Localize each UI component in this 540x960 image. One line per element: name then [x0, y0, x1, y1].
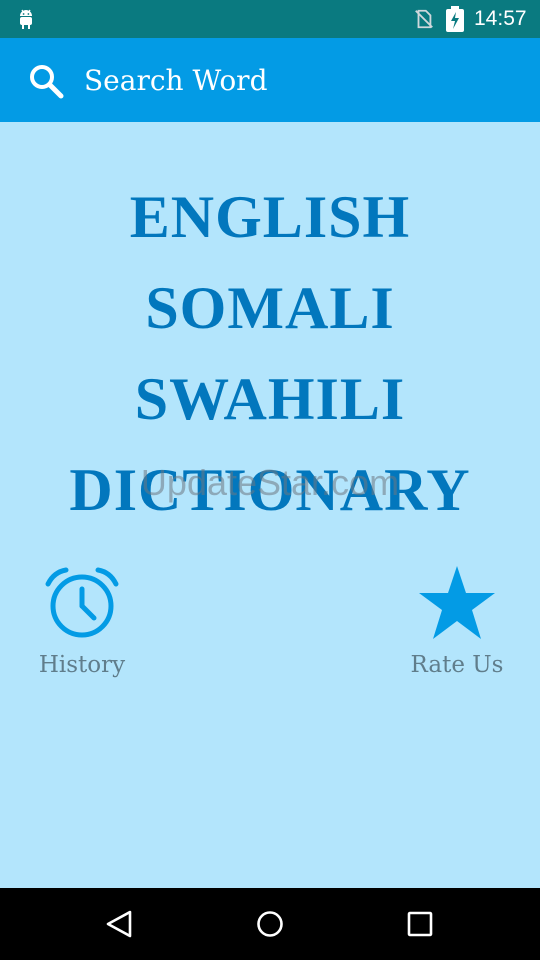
rate-us-label: Rate Us [410, 652, 504, 678]
watermark: UpdateStar.com [140, 462, 400, 503]
no-sim-icon [415, 9, 433, 29]
star-icon [419, 566, 495, 639]
app-bar: Search Word [0, 38, 540, 122]
recents-icon[interactable] [400, 904, 440, 944]
title-line-english: ENGLISH [129, 184, 411, 250]
history-label: History [38, 652, 126, 678]
navigation-bar [0, 888, 540, 960]
title-line-somali: SOMALI [145, 275, 395, 341]
search-icon[interactable] [27, 62, 65, 100]
alarm-clock-icon [45, 567, 119, 638]
home-icon[interactable] [250, 904, 290, 944]
back-icon[interactable] [100, 904, 140, 944]
rate-us-button[interactable]: Rate Us [405, 562, 509, 692]
battery-charging-icon [446, 6, 464, 32]
status-bar: 14:57 [0, 0, 540, 38]
search-word-field[interactable]: Search Word [84, 62, 268, 100]
android-icon [20, 9, 32, 29]
history-button[interactable]: History [30, 562, 134, 692]
status-clock: 14:57 [474, 7, 527, 30]
title-line-swahili: SWAHILI [134, 366, 406, 432]
